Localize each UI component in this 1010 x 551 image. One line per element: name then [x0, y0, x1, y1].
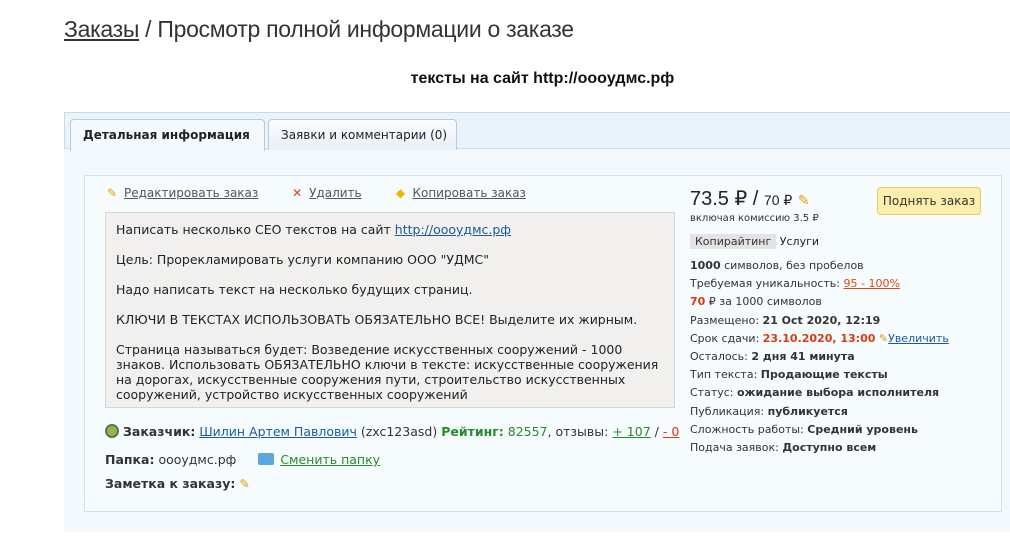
info-deadline: Срок сдачи: 23.10.2020, 13:00 ✎Увеличить — [690, 330, 949, 348]
commission-text: включая комиссию 3.5 ₽ — [690, 213, 819, 224]
note-label: Заметка к заказу: — [105, 476, 236, 491]
order-title: тексты на сайт http://oooудмс.рф — [410, 70, 675, 87]
copy-order-link[interactable]: Копировать заказ — [412, 186, 525, 200]
info-uniqueness: Требуемая уникальность: 95 - 100% — [690, 275, 949, 293]
order-info-panel: ✎ Редактировать заказ ✕ Удалить ◆ Копироват… — [84, 175, 1002, 512]
breadcrumb-orders-link[interactable]: Заказы — [64, 16, 139, 42]
page-title: Просмотр полной информации о заказе — [157, 16, 574, 42]
info-rate: 70 ₽ за 1000 символов — [690, 293, 949, 311]
edit-price-icon[interactable]: ✎ — [798, 192, 810, 208]
description-line: Написать несколько СЕО текстов на сайт h… — [116, 222, 664, 237]
status-label: Статус: — [690, 386, 737, 400]
posted-value: 21 Oct 2020, 12:19 — [762, 313, 881, 327]
subcategory: Услуги — [779, 235, 820, 248]
info-posted: Размещено: 21 Oct 2020, 12:19 — [690, 312, 949, 330]
publication-value: публикуется — [767, 404, 848, 418]
folder-row: Папка: oooудмс.рф Сменить папку — [105, 452, 380, 467]
rate-value: 70 — [690, 295, 706, 309]
delete-order-link[interactable]: Удалить — [309, 186, 362, 200]
category-tags: Копирайтинг Услуги — [690, 234, 819, 249]
customer-row: Заказчик: Шилин Артем Павлович (zxc123as… — [105, 424, 679, 439]
folder-icon — [258, 453, 275, 465]
description-line: Страница называться будет: Возведение ис… — [116, 342, 659, 402]
price-main: 73.5 ₽ — [690, 188, 748, 210]
price: 73.5 ₽ / 70 ₽ ✎ — [690, 186, 810, 211]
price-base: 70 ₽ — [763, 192, 793, 208]
increase-deadline-link[interactable]: Увеличить — [888, 332, 949, 345]
category-tag: Копирайтинг — [690, 234, 777, 249]
reviews-separator: / — [654, 424, 659, 439]
delete-icon: ✕ — [292, 186, 303, 200]
info-symbols: 1000 символов, без пробелов — [690, 257, 949, 275]
order-description: Написать несколько СЕО текстов на сайт h… — [105, 212, 675, 408]
applications-label: Подача заявок: — [690, 441, 783, 455]
info-difficulty: Сложность работы: Средний уровень — [690, 421, 949, 439]
tab-bids-comments[interactable]: Заявки и комментарии (0) — [268, 119, 457, 150]
info-status: Статус: ожидание выбора исполнителя — [690, 384, 949, 402]
symbols-value: 1000 — [690, 259, 721, 272]
edit-order-link[interactable]: Редактировать заказ — [124, 186, 258, 200]
tab-detailed-info[interactable]: Детальная информация — [70, 119, 265, 151]
order-actions: ✎ Редактировать заказ ✕ Удалить ◆ Копироват… — [105, 186, 554, 200]
status-value: ожидание выбора исполнителя — [737, 386, 940, 400]
description-line: Надо написать текст на несколько будущих… — [116, 282, 473, 297]
text-type-label: Тип текста: — [690, 368, 761, 382]
customer-name-link[interactable]: Шилин Артем Павлович — [199, 424, 357, 439]
uniqueness-link[interactable]: 95 - 100% — [844, 277, 900, 290]
info-text-type: Тип текста: Продающие тексты — [690, 366, 949, 384]
folder-value: oooудмс.рф — [158, 452, 237, 467]
symbols-text: символов, без пробелов — [720, 259, 864, 272]
rating-label: Рейтинг: — [441, 424, 504, 439]
order-summary: 73.5 ₽ / 70 ₽ ✎ включая комиссию 3.5 ₽ П… — [690, 176, 1000, 506]
rating-value: 82557 — [507, 424, 548, 439]
remaining-value: 2 дня 41 минута — [751, 350, 855, 364]
customer-login: (zxc123asd) — [360, 424, 438, 439]
publication-label: Публикация: — [690, 404, 768, 418]
difficulty-label: Сложность работы: — [690, 422, 808, 436]
deadline-value: 23.10.2020, 13:00 — [762, 331, 876, 345]
description-line: КЛЮЧИ В ТЕКСТАХ ИСПОЛЬЗОВАТЬ ОБЯЗАТЕЛЬНО… — [116, 312, 638, 327]
info-applications: Подача заявок: Доступно всем — [690, 439, 949, 457]
order-info-list: 1000 символов, без пробелов Требуемая ун… — [690, 257, 949, 457]
raise-order-button[interactable]: Поднять заказ — [877, 187, 981, 215]
negative-reviews-link[interactable]: - 0 — [663, 424, 679, 439]
tab-bar: Детальная информация Заявки и комментари… — [64, 112, 1010, 151]
customer-label: Заказчик: — [123, 424, 196, 439]
reviews-label: , отзывы: — [547, 424, 609, 439]
deadline-label: Срок сдачи: — [690, 331, 763, 345]
info-publication: Публикация: публикуется — [690, 403, 949, 421]
edit-note-icon[interactable]: ✎ — [239, 476, 249, 491]
description-line: Цель: Прорекламировать услуги компанию О… — [116, 252, 489, 267]
remaining-label: Осталось: — [690, 350, 752, 364]
copy-icon: ◆ — [395, 186, 406, 200]
applications-value: Доступно всем — [782, 441, 877, 455]
positive-reviews-link[interactable]: + 107 — [612, 424, 650, 439]
note-row: Заметка к заказу: ✎ — [105, 476, 250, 491]
posted-label: Размещено: — [690, 313, 763, 327]
uniqueness-label: Требуемая уникальность: — [690, 277, 844, 291]
pencil-icon: ✎ — [106, 186, 118, 200]
info-remaining: Осталось: 2 дня 41 минута — [690, 348, 949, 366]
text-type-value: Продающие тексты — [760, 368, 888, 382]
folder-label: Папка: — [105, 452, 155, 467]
site-link[interactable]: http://oooудмс.рф — [395, 222, 511, 237]
user-icon — [105, 424, 119, 438]
rate-text: ₽ за 1000 символов — [705, 295, 822, 309]
pencil-icon: ✎ — [878, 331, 889, 345]
change-folder-link[interactable]: Сменить папку — [280, 452, 380, 467]
breadcrumb: Заказы / Просмотр полной информации о за… — [64, 16, 574, 43]
breadcrumb-separator: / — [139, 16, 158, 42]
price-separator: / — [752, 188, 759, 210]
order-details-container: Детальная информация Заявки и комментари… — [64, 112, 1010, 532]
description-text: Написать несколько СЕО текстов на сайт — [116, 222, 395, 237]
difficulty-value: Средний уровень — [807, 422, 918, 436]
